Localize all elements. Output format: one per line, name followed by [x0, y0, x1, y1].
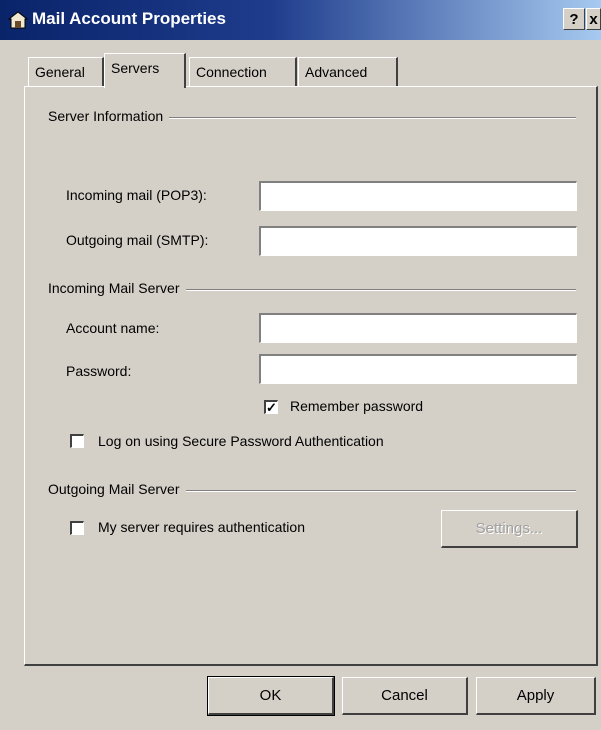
incoming-mail-label: Incoming mail (POP3):	[66, 187, 207, 203]
spa-checkbox[interactable]	[70, 434, 84, 448]
account-name-input[interactable]	[259, 313, 577, 343]
incoming-mail-input[interactable]	[259, 181, 577, 211]
ok-button[interactable]: OK	[207, 676, 335, 716]
outgoing-mail-input[interactable]	[259, 226, 577, 256]
tab-advanced[interactable]: Advanced	[298, 57, 398, 86]
server-info-group-label: Server Information	[48, 108, 170, 124]
mail-account-icon	[8, 11, 28, 29]
tab-connection[interactable]: Connection	[189, 57, 297, 86]
password-input[interactable]	[259, 354, 577, 384]
password-label: Password:	[66, 363, 132, 379]
tab-servers[interactable]: Servers	[104, 53, 186, 88]
server-auth-checkbox[interactable]	[70, 521, 84, 535]
spa-label: Log on using Secure Password Authenticat…	[98, 433, 384, 449]
outgoing-server-group-label: Outgoing Mail Server	[48, 481, 186, 497]
incoming-server-group-label: Incoming Mail Server	[48, 280, 186, 296]
close-button[interactable]: x	[586, 8, 601, 30]
remember-password-label: Remember password	[290, 398, 424, 414]
settings-button[interactable]: Settings...	[441, 510, 578, 548]
remember-password-checkbox[interactable]: ✓	[264, 400, 278, 414]
apply-button[interactable]: Apply	[476, 677, 596, 715]
server-auth-label: My server requires authentication	[98, 519, 305, 535]
title-bar: Mail Account Properties ? x	[0, 0, 601, 40]
account-name-label: Account name:	[66, 320, 160, 336]
help-button[interactable]: ?	[563, 8, 585, 30]
outgoing-mail-label: Outgoing mail (SMTP):	[66, 232, 209, 248]
cancel-button[interactable]: Cancel	[342, 677, 468, 715]
window-title: Mail Account Properties	[32, 9, 226, 28]
tab-general[interactable]: General	[28, 57, 104, 86]
